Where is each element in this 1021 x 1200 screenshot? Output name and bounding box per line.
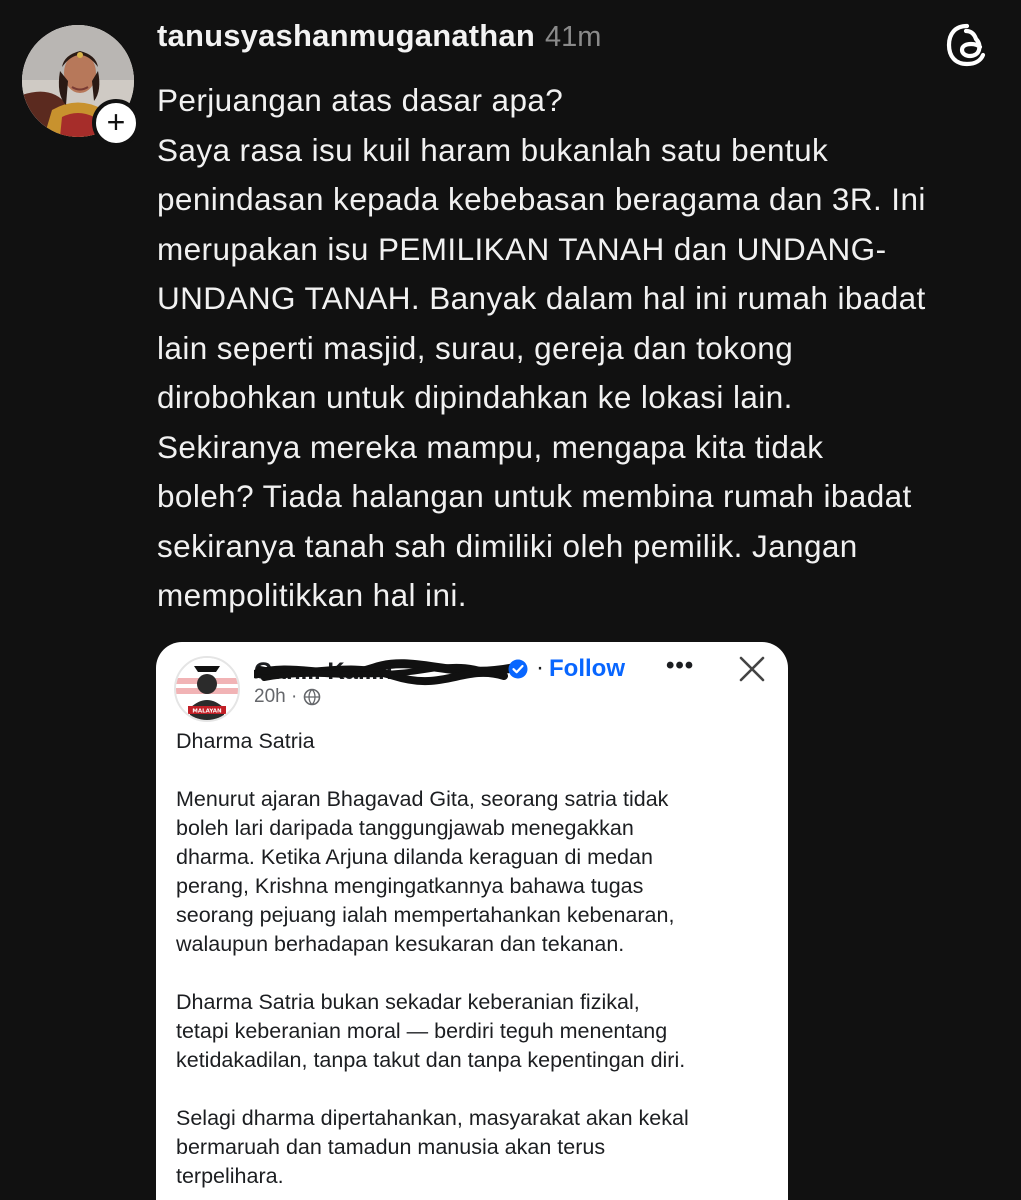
post-line: Perjuangan atas dasar apa? (157, 82, 564, 118)
embedded-text-line: dharma. Ketika Arjuna dilanda keraguan d… (176, 845, 653, 869)
globe-icon (304, 688, 321, 706)
post-line: merupakan isu PEMILIKAN TANAH dan UNDANG… (157, 230, 887, 267)
post-line: penindasan kepada kebebasan beragama dan… (157, 181, 926, 217)
post-line: lain seperti masjid, surau, gereja dan t… (157, 329, 794, 366)
embedded-text-line: Menurut ajaran Bhagavad Gita, seorang sa… (176, 787, 669, 811)
embedded-author-avatar: MALAYAN (174, 656, 240, 722)
embedded-post-time: 20h · (254, 686, 298, 707)
threads-post-screen: + tanusyashanmuganathan 41m Perjuangan a… (0, 0, 1021, 1200)
embedded-text-line: Dharma Satria bukan sekadar keberanian f… (176, 990, 640, 1014)
post-body-text: Perjuangan atas dasar apa? Saya rasa isu… (157, 76, 1007, 621)
post-line: boleh? Tiada halangan untuk membina ruma… (157, 478, 912, 514)
verified-badge-icon (508, 659, 528, 679)
embedded-text-line: perang, Krishna mengingatkannya bahawa t… (176, 874, 644, 898)
embedded-screenshot-card[interactable]: MALAYAN Gan... Ka...n · Follow ••• 20h · (156, 642, 788, 1200)
embedded-text-line: walaupun berhadapan kesukaran dan tekana… (176, 932, 625, 956)
embedded-avatar-image: MALAYAN (176, 658, 238, 720)
follow-plus-button[interactable]: + (92, 99, 140, 147)
username-link[interactable]: tanusyashanmuganathan (157, 18, 535, 54)
post-line: sekiranya tanah sah dimiliki oleh pemili… (157, 527, 858, 564)
embedded-text-line: terpelihara. (176, 1164, 284, 1188)
embedded-text-line: tetapi keberanian moral — berdiri teguh … (176, 1019, 668, 1043)
embedded-text-line: ketidakadilan, tanpa takut dan tanpa kep… (176, 1048, 686, 1072)
embedded-post-title: Dharma Satria (176, 729, 315, 753)
embedded-text-line: seorang pejuang ialah mempertahankan keb… (176, 903, 675, 927)
post-timestamp: 41m (545, 21, 602, 53)
avatar-badge-text: MALAYAN (192, 709, 222, 715)
threads-logo-icon[interactable] (944, 22, 990, 68)
separator-dot: · (536, 654, 544, 681)
embedded-post-meta: 20h · (254, 686, 321, 708)
embedded-text-line: boleh lari daripada tanggungjawab menega… (176, 816, 634, 840)
close-icon[interactable] (738, 655, 766, 683)
embedded-author-name[interactable]: Gan... Ka...n (254, 654, 514, 688)
more-options-icon[interactable]: ••• (666, 652, 694, 680)
embedded-text-line: Selagi dharma dipertahankan, masyarakat … (176, 1106, 689, 1130)
post-line: Sekiranya mereka mampu, mengapa kita tid… (157, 428, 824, 465)
post-line: dirobohkan untuk dipindahkan ke lokasi l… (157, 379, 793, 415)
embedded-post-text: Dharma Satria Menurut ajaran Bhagavad Gi… (176, 727, 776, 1191)
plus-icon: + (106, 103, 126, 140)
post-line: UNDANG TANAH. Banyak dalam hal ini rumah… (157, 280, 926, 316)
embedded-text-line: bermaruah dan tamadun manusia akan terus (176, 1135, 606, 1159)
post-header: tanusyashanmuganathan 41m (157, 18, 601, 58)
post-line: Saya rasa isu kuil haram bukanlah satu b… (157, 131, 829, 168)
redaction-scribble (254, 659, 514, 686)
post-line: mempolitikkan hal ini. (157, 577, 467, 613)
follow-button[interactable]: Follow (549, 655, 625, 683)
